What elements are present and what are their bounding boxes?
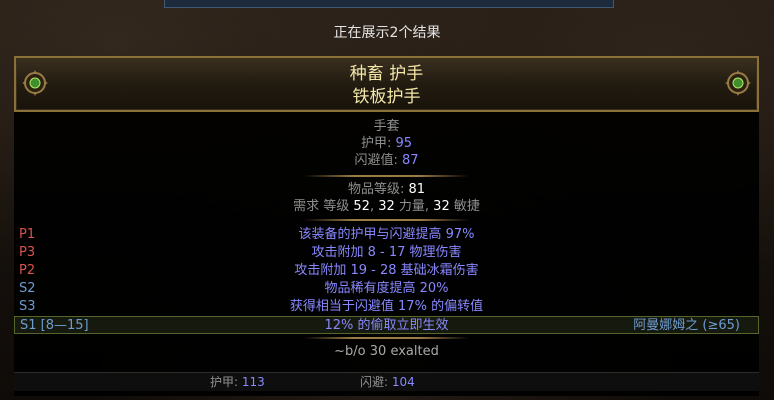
armour-property: 护甲: 95 [14, 135, 759, 152]
evasion-stat: 闪避: 104 [360, 373, 415, 391]
mod-source: 阿曼娜姆之 (≥65) [633, 318, 740, 333]
item-level-label: 物品等级: [347, 182, 409, 197]
item-name: 种畜 护手 [349, 64, 424, 84]
item-level-value: 81 [408, 182, 426, 197]
mod-row: P2 攻击附加 19 - 28 基础冰霜伤害 [14, 262, 759, 280]
evasion-value: 87 [401, 153, 419, 168]
req-str-label: 力量, [394, 199, 434, 214]
evasion-stat-label: 闪避: [360, 375, 392, 389]
req-sep: , [369, 199, 379, 214]
gem-ornament-icon [725, 70, 751, 96]
evasion-property: 闪避值: 87 [14, 152, 759, 169]
evasion-stat-value: 104 [391, 375, 415, 389]
mod-row: P1 该装备的护甲与闪避提高 97% [14, 226, 759, 244]
req-str: 32 [378, 199, 395, 214]
price-note: ~b/o 30 exalted [334, 344, 439, 359]
mod-text: 攻击附加 19 - 28 基础冰霜伤害 [294, 263, 479, 278]
armour-stat: 护甲: 113 [210, 373, 265, 391]
mod-row: S3 获得相当于闪避值 17% 的偏转值 [14, 298, 759, 316]
result-count: 正在展示2个结果 [333, 25, 441, 41]
separator [304, 337, 469, 339]
mod-text: 该装备的护甲与闪避提高 97% [298, 227, 475, 242]
mod-text: 获得相当于闪避值 17% 的偏转值 [289, 299, 484, 314]
item-level: 物品等级: 81 [14, 181, 759, 198]
req-prefix: 需求 等级 [293, 199, 354, 214]
mod-row: P3 攻击附加 8 - 17 物理伤害 [14, 244, 759, 262]
search-box[interactable] [164, 0, 614, 8]
armour-value: 95 [395, 136, 413, 151]
mod-text: 攻击附加 8 - 17 物理伤害 [311, 245, 462, 260]
separator [304, 175, 469, 177]
armour-stat-value: 113 [241, 375, 265, 389]
req-dex-label: 敏捷 [449, 199, 480, 214]
mod-row-highlighted[interactable]: S1 [8—15] 12% 的偷取立即生效 阿曼娜姆之 (≥65) [14, 316, 759, 334]
armour-stat-label: 护甲: [210, 375, 242, 389]
separator [304, 219, 469, 221]
armour-label: 护甲: [360, 136, 396, 151]
req-dex: 32 [433, 199, 450, 214]
item-tooltip: 种畜 护手 铁板护手 手套 护甲: 95 闪避值: 87 物品等级: 81 需求… [14, 56, 759, 396]
item-header: 种畜 护手 铁板护手 [14, 56, 759, 112]
mod-text: 物品稀有度提高 20% [324, 281, 449, 296]
requirements: 需求 等级 52, 32 力量, 32 敏捷 [14, 198, 759, 215]
item-class: 手套 [373, 119, 400, 134]
evasion-label: 闪避值: [354, 153, 402, 168]
stats-bar: 护甲: 113 闪避: 104 [14, 372, 759, 391]
mod-row: S2 物品稀有度提高 20% [14, 280, 759, 298]
item-base-type: 铁板护手 [352, 87, 421, 107]
req-level: 52 [353, 199, 370, 214]
